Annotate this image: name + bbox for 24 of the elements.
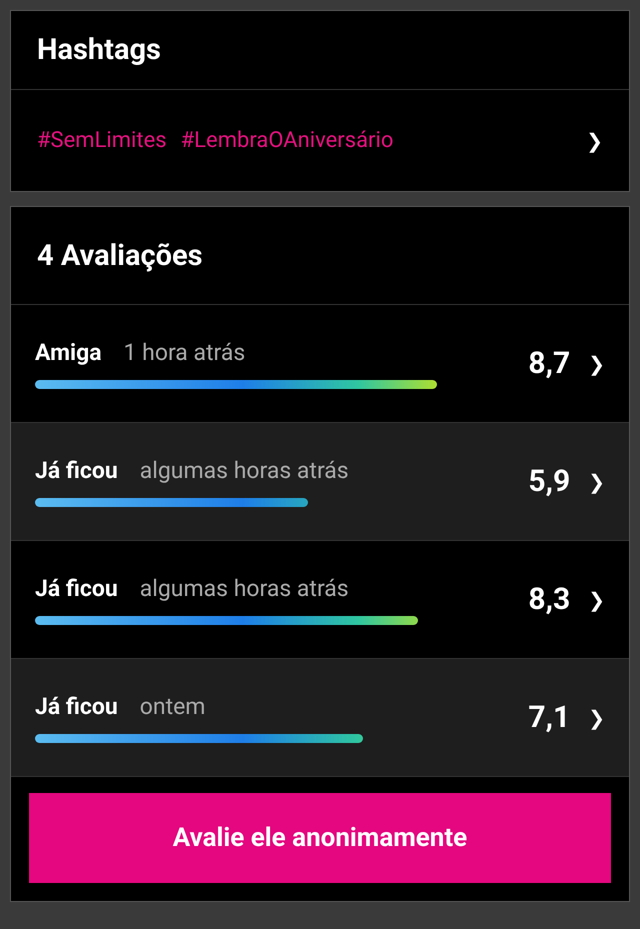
hashtag-link[interactable]: #LembraOAniversário [180,128,394,153]
review-time: algumas horas atrás [140,574,349,602]
rate-button[interactable]: Avalie ele anonimamente [29,793,611,883]
chevron-icon[interactable]: ❯ [586,128,603,152]
relation-label: Já ficou [35,574,118,602]
section-title: Hashtags [37,33,161,67]
chevron-icon: ❯ [588,706,605,730]
chevron-icon: ❯ [588,352,605,376]
review-row[interactable]: Já ficou algumas horas atrás 5,9 ❯ [11,423,629,541]
chevron-icon: ❯ [588,588,605,612]
review-time: algumas horas atrás [140,456,349,484]
hashtag-link[interactable]: #SemLimites [37,128,167,153]
relation-label: Já ficou [35,456,118,484]
relation-label: Já ficou [35,692,118,720]
chevron-icon: ❯ [588,470,605,494]
section-title: 4 Avaliações [37,238,203,272]
review-time: 1 hora atrás [124,338,246,366]
score-value: 5,9 [528,464,570,499]
review-row[interactable]: Já ficou ontem 7,1 ❯ [11,659,629,777]
relation-label: Amiga [35,338,102,366]
score-value: 8,3 [528,582,570,617]
score-value: 7,1 [528,700,570,735]
review-time: ontem [140,692,206,720]
score-value: 8,7 [528,346,570,381]
